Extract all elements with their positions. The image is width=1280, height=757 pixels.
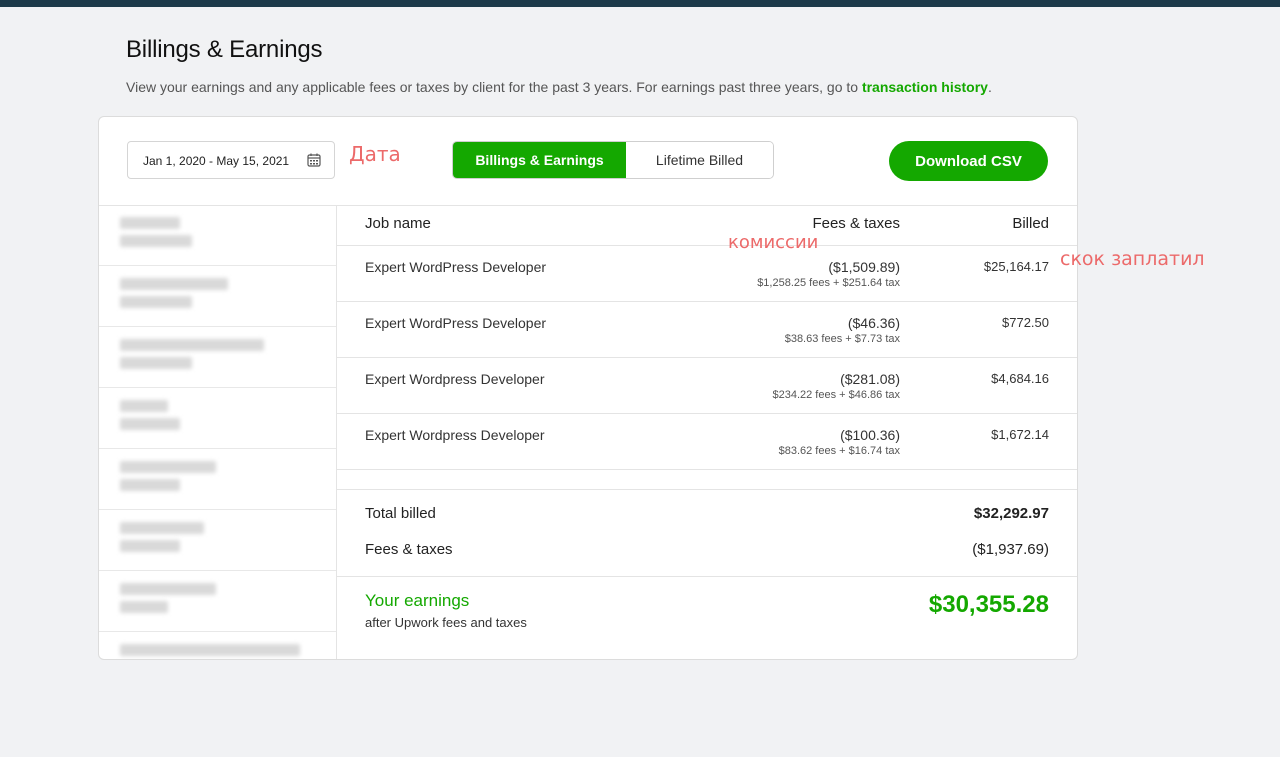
blurred-client-detail <box>120 357 192 369</box>
blurred-client-name <box>120 339 264 351</box>
blurred-client-name <box>120 400 168 412</box>
column-job-name: Job name <box>365 215 431 232</box>
page-subtitle: View your earnings and any applicable fe… <box>126 79 992 95</box>
blurred-client-detail <box>120 296 192 308</box>
table-row: Expert Wordpress Developer ($281.08) $23… <box>336 358 1077 414</box>
blurred-client-detail <box>120 235 192 247</box>
billed-amount: $1,672.14 <box>991 427 1049 442</box>
fees-detail: $1,258.25 fees + $251.64 tax <box>757 277 900 289</box>
annotation-commissions: комиссии <box>728 232 819 253</box>
blurred-client-detail <box>120 479 180 491</box>
transaction-history-link[interactable]: transaction history <box>862 79 988 95</box>
blurred-client-detail <box>120 601 168 613</box>
fees-detail: $234.22 fees + $46.86 tax <box>772 389 900 401</box>
your-earnings-label: Your earnings <box>365 591 470 610</box>
fees-total: ($281.08) <box>840 371 900 387</box>
fees-total: ($46.36) <box>847 315 900 331</box>
job-name: Expert WordPress Developer <box>365 315 547 331</box>
job-name: Expert WordPress Developer <box>365 259 547 275</box>
fees-taxes-value: ($1,937.69) <box>972 541 1049 558</box>
tab-billings-earnings[interactable]: Billings & Earnings <box>453 142 626 178</box>
earnings-subtext: after Upwork fees and taxes <box>365 615 527 630</box>
client-item[interactable] <box>99 510 336 571</box>
client-item[interactable] <box>99 327 336 388</box>
table-row: Expert WordPress Developer ($46.36) $38.… <box>336 302 1077 358</box>
card-toolbar: Jan 1, 2020 - May 15, 2021 Дата Billings… <box>99 117 1077 206</box>
table-row: Expert Wordpress Developer ($100.36) $83… <box>336 414 1077 470</box>
blurred-client-name <box>120 461 216 473</box>
blurred-client-name <box>120 644 300 656</box>
jobs-table: Job name Fees & taxes Billed Expert Word… <box>336 205 1077 470</box>
subtitle-text: View your earnings and any applicable fe… <box>126 79 859 95</box>
blurred-client-name <box>120 522 204 534</box>
fees-detail: $83.62 fees + $16.74 tax <box>778 445 900 457</box>
billings-card: Jan 1, 2020 - May 15, 2021 Дата Billings… <box>98 116 1078 660</box>
fees-total: ($100.36) <box>840 427 900 443</box>
totals-section: Total billed $32,292.97 Fees & taxes ($1… <box>336 489 1077 577</box>
tab-lifetime-billed[interactable]: Lifetime Billed <box>626 142 773 178</box>
client-item[interactable] <box>99 632 336 659</box>
blurred-client-name <box>120 278 228 290</box>
blurred-client-name <box>120 217 180 229</box>
view-toggle: Billings & Earnings Lifetime Billed <box>452 141 774 179</box>
top-bar <box>0 0 1280 7</box>
fees-taxes-label: Fees & taxes <box>365 541 453 558</box>
blurred-client-detail <box>120 418 180 430</box>
table-row: Expert WordPress Developer ($1,509.89) $… <box>336 246 1077 302</box>
job-name: Expert Wordpress Developer <box>365 371 545 387</box>
billed-amount: $25,164.17 <box>983 259 1049 274</box>
total-billed-label: Total billed <box>365 505 436 522</box>
column-billed: Billed <box>1012 215 1049 232</box>
page-title: Billings & Earnings <box>126 36 323 63</box>
client-item[interactable] <box>99 388 336 449</box>
billed-amount: $4,684.16 <box>991 371 1049 386</box>
client-item[interactable] <box>99 205 336 266</box>
annotation-date: Дата <box>349 142 401 166</box>
column-fees-taxes: Fees & taxes <box>812 215 900 232</box>
client-item[interactable] <box>99 266 336 327</box>
download-csv-button[interactable]: Download CSV <box>889 141 1048 181</box>
date-range-picker[interactable]: Jan 1, 2020 - May 15, 2021 <box>127 141 335 179</box>
job-name: Expert Wordpress Developer <box>365 427 545 443</box>
calendar-icon <box>307 153 321 167</box>
earnings-value: $30,355.28 <box>928 591 1049 618</box>
subtitle-period: . <box>987 79 992 95</box>
date-range-value: Jan 1, 2020 - May 15, 2021 <box>143 154 290 168</box>
blurred-client-name <box>120 583 216 595</box>
billed-amount: $772.50 <box>1002 315 1049 330</box>
total-billed-value: $32,292.97 <box>973 505 1049 522</box>
client-list <box>99 205 337 659</box>
fees-detail: $38.63 fees + $7.73 tax <box>784 333 900 345</box>
blurred-client-detail <box>120 540 180 552</box>
fees-total: ($1,509.89) <box>828 259 900 275</box>
annotation-paid: скок заплатил <box>1060 248 1205 270</box>
client-item[interactable] <box>99 571 336 632</box>
table-header: Job name Fees & taxes Billed <box>336 205 1077 246</box>
client-item[interactable] <box>99 449 336 510</box>
